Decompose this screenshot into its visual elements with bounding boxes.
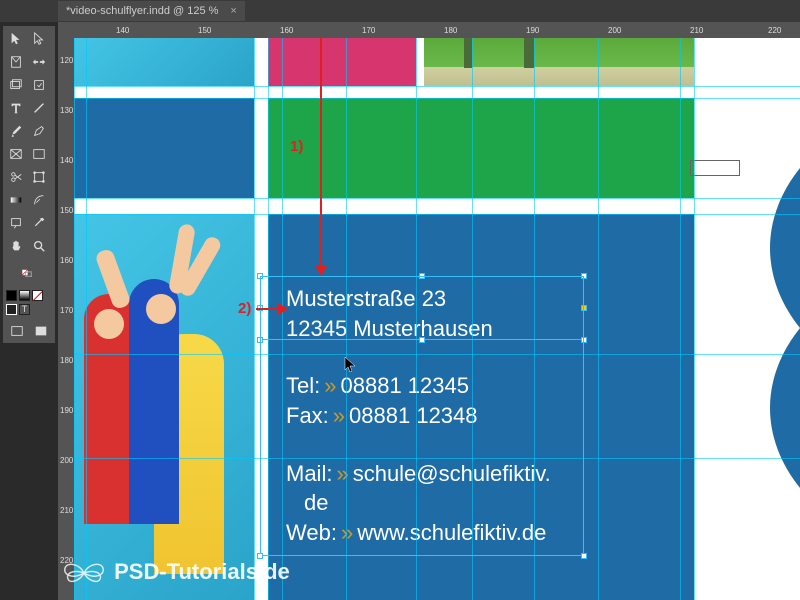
normal-view-icon[interactable] — [6, 322, 28, 340]
guide[interactable] — [74, 354, 800, 355]
guide[interactable] — [74, 458, 800, 459]
tab-char-icon: » — [337, 520, 357, 545]
green-block[interactable] — [268, 98, 694, 198]
watermark-text: PSD-Tutorials.de — [114, 559, 290, 584]
content-placer-tool[interactable] — [28, 74, 50, 96]
guide[interactable] — [74, 86, 800, 87]
gradient-swatch-tool[interactable] — [5, 189, 27, 211]
guide[interactable] — [472, 38, 473, 600]
document-tab[interactable]: *video-schulflyer.indd @ 125 % × — [58, 1, 245, 21]
apply-color-row[interactable] — [5, 289, 44, 302]
horizontal-ruler[interactable]: 140 150 160 170 180 190 200 210 220 — [58, 22, 800, 38]
tab-char-icon: » — [332, 461, 352, 486]
fax-label: Fax: — [286, 403, 329, 428]
mouse-cursor-icon — [344, 356, 356, 374]
guide[interactable] — [74, 98, 800, 99]
direct-selection-tool[interactable] — [28, 28, 50, 50]
guide[interactable] — [254, 38, 255, 600]
pencil-tool[interactable] — [28, 120, 50, 142]
street-text: Musterstraße 23 — [286, 286, 446, 311]
pen-tool[interactable] — [5, 120, 27, 142]
eyedropper-tool[interactable] — [28, 212, 50, 234]
apply-color-icon[interactable] — [6, 290, 17, 301]
page-tool[interactable] — [5, 51, 27, 73]
blue-block-1[interactable] — [74, 98, 254, 198]
zoom-tool[interactable] — [28, 235, 50, 257]
hand-tool[interactable] — [5, 235, 27, 257]
tab-char-icon: » — [320, 373, 340, 398]
guide[interactable] — [346, 38, 347, 600]
annotation-2: 2) — [238, 300, 251, 317]
close-icon[interactable]: × — [230, 5, 236, 17]
mail-value-2: de — [304, 490, 328, 515]
view-mode-row[interactable] — [5, 321, 53, 341]
guide[interactable] — [74, 214, 800, 215]
guide[interactable] — [598, 38, 599, 600]
annotation-line-1 — [320, 38, 322, 270]
guide[interactable] — [268, 38, 269, 600]
rectangle-tool[interactable] — [28, 143, 50, 165]
photo-park[interactable] — [424, 38, 694, 86]
gradient-feather-tool[interactable] — [28, 189, 50, 211]
mail-value: schule@schulefiktiv. — [353, 461, 551, 486]
city-text: 12345 Musterhausen — [286, 316, 493, 341]
guide[interactable] — [74, 38, 75, 600]
guide[interactable] — [74, 198, 800, 199]
wave-shape[interactable] — [740, 168, 800, 488]
guide[interactable] — [86, 38, 87, 600]
format-text-icon[interactable]: T — [19, 304, 30, 315]
selection-tool[interactable] — [5, 28, 27, 50]
free-transform-tool[interactable] — [28, 166, 50, 188]
vertical-ruler[interactable]: 120 130 140 150 160 170 180 190 200 210 … — [58, 38, 74, 600]
document-canvas[interactable]: Musterstraße 23 12345 Musterhausen Tel:»… — [74, 38, 800, 600]
note-tool[interactable] — [5, 212, 27, 234]
guide[interactable] — [282, 38, 283, 600]
tel-label: Tel: — [286, 373, 320, 398]
fax-value: 08881 12348 — [349, 403, 477, 428]
guide[interactable] — [680, 38, 681, 600]
photo-top-left[interactable] — [74, 38, 254, 86]
gap-tool[interactable] — [28, 51, 50, 73]
tab-title: *video-schulflyer.indd @ 125 % — [66, 5, 218, 17]
tools-panel: T — [3, 26, 55, 343]
guide[interactable] — [534, 38, 535, 600]
title-bar: *video-schulflyer.indd @ 125 % × — [0, 0, 800, 22]
guide[interactable] — [416, 38, 417, 600]
rectangle-frame-tool[interactable] — [5, 143, 27, 165]
butterfly-icon — [60, 554, 108, 592]
preview-view-icon[interactable] — [30, 322, 52, 340]
watermark: PSD-Tutorials.de — [60, 554, 290, 592]
fill-stroke-swatch[interactable] — [5, 258, 51, 288]
arrow-right-icon — [278, 303, 288, 315]
web-label: Web: — [286, 520, 337, 545]
type-tool[interactable] — [5, 97, 27, 119]
format-affects-row[interactable]: T — [5, 303, 31, 316]
contact-text-frame[interactable]: Musterstraße 23 12345 Musterhausen Tel:»… — [286, 284, 596, 548]
content-collector-tool[interactable] — [5, 74, 27, 96]
apply-none-icon[interactable] — [32, 290, 43, 301]
format-container-icon[interactable] — [6, 304, 17, 315]
scissors-tool[interactable] — [5, 166, 27, 188]
photo-kids[interactable] — [74, 214, 254, 600]
mail-label: Mail: — [286, 461, 332, 486]
apply-gradient-icon[interactable] — [19, 290, 30, 301]
tel-value: 08881 12345 — [341, 373, 469, 398]
guide[interactable] — [694, 38, 695, 600]
annotation-1: 1) — [290, 138, 303, 155]
annotation-line-2 — [256, 308, 280, 310]
web-value: www.schulefiktiv.de — [357, 520, 546, 545]
pink-block[interactable] — [268, 38, 416, 86]
arrow-down-icon — [315, 266, 327, 276]
line-tool[interactable] — [28, 97, 50, 119]
